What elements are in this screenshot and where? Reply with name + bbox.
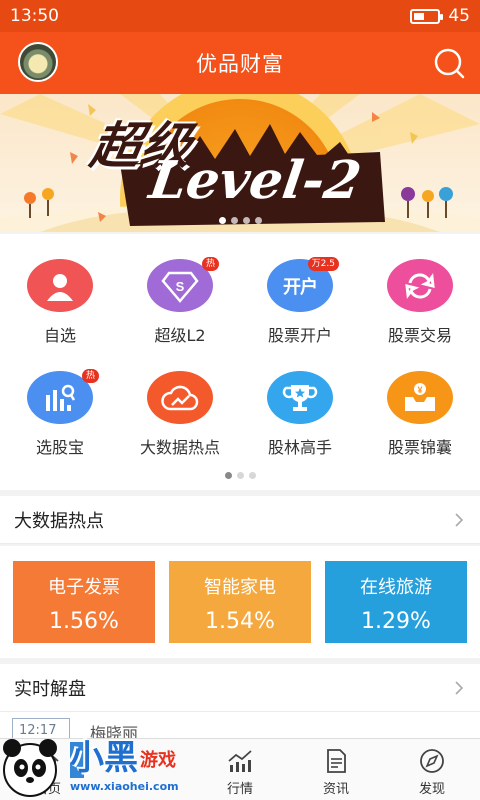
app-root: 13:50 45 优品财富 超级 Level-2 自选 S 热 超级L2 开户 … [0,0,480,800]
news-doc-icon [327,749,346,773]
grid-item-label: 股票开户 [267,326,332,345]
avatar[interactable] [18,42,58,82]
tab-discover[interactable]: 发现 [384,739,480,800]
jiepan-section-title: 实时解盘 [14,678,86,700]
tab-label: 发现 [418,782,445,797]
battery-fill [414,12,425,20]
diamond-s-icon: S热 [147,257,219,312]
grid-item-label: 超级L2 [154,326,206,345]
icon-glyph: 开户 [283,276,318,298]
badge-tag: 万2.5 [307,257,339,271]
battery-level: 45 [448,6,470,26]
battery-icon [410,8,444,24]
watermark-brand: 小黑 [70,738,138,778]
hot-card-3[interactable]: 在线旅游 1.29% [325,561,467,643]
search-icon[interactable] [432,46,466,80]
yen-box-icon: ¥ [387,371,453,424]
battery-indicator: 45 [410,6,470,26]
grid-item-label: 股票锦囊 [387,438,452,457]
kaihu-icon: 开户 万2.5 [267,257,339,312]
grid-item-label: 大数据热点 [139,438,220,457]
status-time: 13:50 [10,6,59,26]
watermark-suffix: 游戏 [140,750,176,771]
watermark-logo: 小黑 游戏 www.xiaohei.com [0,720,200,800]
hot-section-title: 大数据热点 [14,510,104,532]
hot-card-value: 1.54% [205,609,275,634]
hot-cards: 电子发票 1.56% 智能家电 1.54% 在线旅游 1.29% [0,546,480,658]
tab-label: 行情 [226,782,253,797]
chevron-right-icon [455,681,464,695]
compass-icon [420,749,444,773]
grid-item-3[interactable]: 开户 万2.5 股票开户 [240,234,360,346]
banner-subtitle: Level-2 [145,150,365,211]
badge-tag: 热 [81,369,99,383]
badge-tag: 热 [201,257,219,271]
tab-label: 资讯 [322,782,349,797]
hot-card-1[interactable]: 电子发票 1.56% [13,561,155,643]
tab-market[interactable]: 行情 [192,739,288,800]
hot-card-value: 1.29% [361,609,431,634]
jiepan-section-header[interactable]: 实时解盘 [0,664,480,712]
svg-text:S: S [176,279,185,294]
exchange-icon [387,259,453,312]
grid-item-6[interactable]: 大数据热点 [120,346,240,458]
grid-item-label: 股林高手 [267,438,332,457]
app-header: 优品财富 [0,32,480,94]
page-dot [236,472,244,479]
hot-card-name: 在线旅游 [360,577,432,598]
grid-item-label: 股票交易 [387,326,452,345]
banner-dot [218,217,226,224]
banner-dot [230,217,238,224]
feature-grid-section: 自选 S 热超级L2 开户 万2.5 股票开户 股票交易热选股宝 大数据热点 股林高手 ¥ 股票锦囊 [0,234,480,490]
page-title: 优品财富 [196,52,284,76]
promo-banner[interactable]: 超级 Level-2 [0,94,480,232]
hot-card-value: 1.56% [49,609,119,634]
chevron-right-icon [455,513,464,527]
grid-item-7[interactable]: 股林高手 [240,346,360,458]
person-icon [27,259,93,312]
grid-item-4[interactable]: 股票交易 [360,234,480,346]
grid-pagination [0,472,480,479]
cloud-chart-icon [147,371,213,424]
banner-dot [254,217,262,224]
hot-card-name: 智能家电 [204,577,276,598]
grid-item-1[interactable]: 自选 [0,234,120,346]
page-dot [248,472,256,479]
svg-text:¥: ¥ [417,385,422,395]
feature-grid: 自选 S 热超级L2 开户 万2.5 股票开户 股票交易热选股宝 大数据热点 股林高手 ¥ 股票锦囊 [0,234,480,458]
watermark-url: www.xiaohei.com [70,780,179,793]
hot-section-header[interactable]: 大数据热点 [0,496,480,544]
grid-item-8[interactable]: ¥ 股票锦囊 [360,346,480,458]
banner-pagination [0,217,480,224]
hot-card-2[interactable]: 智能家电 1.54% [169,561,311,643]
banner-dot [242,217,250,224]
tab-news[interactable]: 资讯 [288,739,384,800]
grid-item-5[interactable]: 热选股宝 [0,346,120,458]
grid-item-label: 选股宝 [35,438,84,457]
grid-item-2[interactable]: S 热超级L2 [120,234,240,346]
market-chart-icon [228,750,252,772]
grid-item-label: 自选 [43,326,76,345]
chart-search-icon: 热 [27,369,99,424]
trophy-icon [267,371,333,424]
status-bar: 13:50 45 [0,0,480,32]
hot-card-name: 电子发票 [48,577,120,598]
page-dot [224,472,232,479]
